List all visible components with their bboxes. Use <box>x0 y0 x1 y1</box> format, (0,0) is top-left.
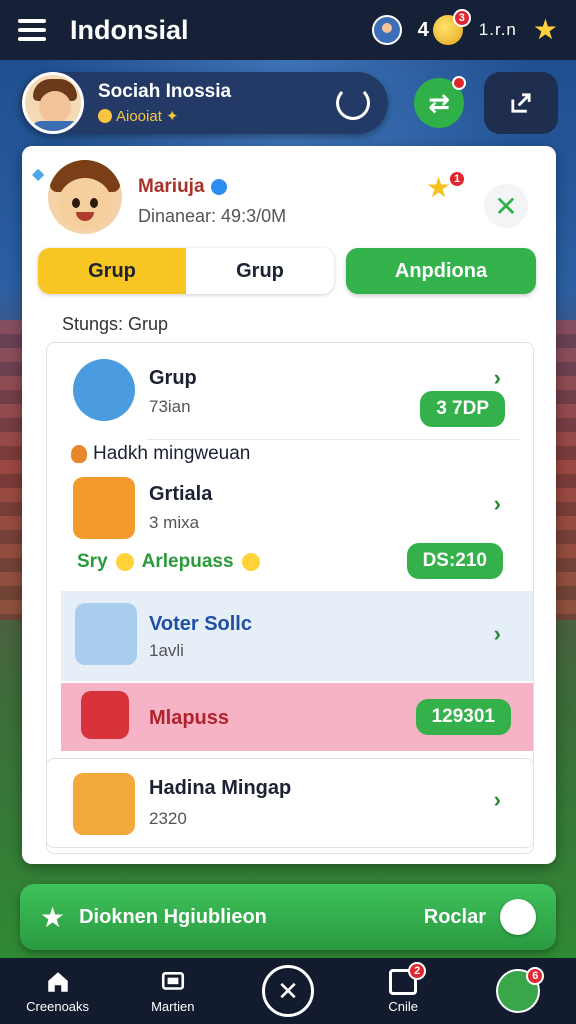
list-item-title: Hadina Mingap <box>149 777 292 799</box>
refresh-icon[interactable] <box>336 86 370 120</box>
chevron-right-icon: › <box>493 491 501 516</box>
profile-subtitle-text: Aiooiat <box>116 107 162 125</box>
promo-right: Arlepuass <box>141 551 234 572</box>
close-icon: ✕ <box>494 190 518 222</box>
nav-badge: 2 <box>408 961 427 980</box>
green-action-button[interactable]: ⇄ <box>414 76 466 128</box>
medal-icon <box>98 109 112 123</box>
coin-badge: 3 <box>452 9 471 27</box>
top-right-controls: 4 3 1.r.n ★ <box>371 9 558 45</box>
user-avatar[interactable] <box>48 160 122 234</box>
note-row: Hadkh mingweuan <box>71 443 250 465</box>
red-gift-icon <box>81 691 129 739</box>
list-item-sub: 1avli <box>149 641 184 660</box>
chevron-right-icon: › <box>493 365 501 390</box>
share-icon <box>511 93 531 113</box>
profile-text: Sociah Inossia Aiooiat ✦ <box>98 81 231 125</box>
bottom-banner[interactable]: ★ Dioknen Hgiublieon Roclar <box>20 884 556 950</box>
banner-label: Roclar <box>423 905 486 928</box>
list-item-sub: 2320 <box>149 809 187 828</box>
divider <box>147 439 519 440</box>
nav-item-martien[interactable]: Martien <box>128 969 218 1014</box>
star-badge-count: 1 <box>448 170 466 188</box>
swap-icon: ⇄ <box>428 87 450 118</box>
nav-label: Cnile <box>388 998 418 1014</box>
value-pill: 129301 <box>415 699 511 735</box>
list-item-title: Voter Sollc <box>149 613 252 635</box>
chevron-right-icon: › <box>493 621 501 646</box>
share-button[interactable] <box>484 72 558 134</box>
green-button-badge <box>452 76 466 90</box>
home-icon <box>47 971 68 992</box>
list-item-highlight[interactable]: Voter Sollc 1avli › <box>61 591 533 681</box>
profile-avatar-icon: 6 <box>496 967 545 1013</box>
status-text: 1.r.n <box>478 20 517 39</box>
shirt-icon <box>75 603 137 665</box>
package-icon <box>73 773 135 835</box>
alert-icon <box>71 445 87 463</box>
bottom-nav: Creenoaks Martien ✕ 2 Cnile 6 <box>0 958 576 1024</box>
coin-count: 4 <box>417 18 429 41</box>
top-bar: Indonsial 4 3 1.r.n ★ <box>0 0 576 60</box>
tab-segment: Grup Grup <box>38 248 334 294</box>
app-title: Indonsial <box>70 14 189 45</box>
user-name-text: Mariuja <box>138 176 205 197</box>
coin-icon: 3 <box>432 9 471 45</box>
list-item-sub: 73ian <box>149 397 191 416</box>
nav-item-profile[interactable]: 6 <box>473 967 563 1013</box>
section-label: Stungs: Grup <box>62 314 169 334</box>
nav-badge: 6 <box>526 967 545 985</box>
pin-icon: ◆ <box>32 166 45 183</box>
user-name: Mariuja <box>138 176 227 198</box>
verified-icon <box>210 179 227 195</box>
close-button[interactable]: ✕ <box>484 184 528 228</box>
profile-name: Sociah Inossia <box>98 81 232 102</box>
menu-icon[interactable] <box>18 19 46 41</box>
promo-row: Sry Arlepuass <box>77 551 260 573</box>
mini-avatar-icon[interactable] <box>371 15 402 45</box>
star-icon: ★ <box>40 901 66 933</box>
list-item[interactable]: Hadina Mingap 2320 › <box>46 758 534 848</box>
nav-item-home[interactable]: Creenoaks <box>13 969 103 1014</box>
nav-item-cnile[interactable]: 2 Cnile <box>358 961 448 1014</box>
banner-text: Dioknen Hgiublieon <box>79 905 267 928</box>
scoreboard-icon <box>161 971 184 990</box>
tab-grup-active[interactable]: Grup <box>38 248 186 294</box>
value-pill: 3 7DP <box>420 391 505 427</box>
banner-toggle[interactable] <box>500 899 536 935</box>
user-meta: Dinanear: 49:3/0M <box>138 206 287 226</box>
nav-item-center[interactable]: ✕ <box>243 965 333 1017</box>
close-circle-icon: ✕ <box>261 965 314 1017</box>
tab-grup[interactable]: Grup <box>186 248 334 294</box>
card-header: ◆ Mariuja Dinanear: 49:3/0M ★ 1 ✕ <box>32 160 538 240</box>
inbox-icon: 2 <box>389 961 427 995</box>
promo-left: Sry <box>77 551 108 572</box>
list-item-title: Grup <box>149 367 197 389</box>
profile-avatar <box>22 72 84 134</box>
list-item[interactable]: Grup 73ian › 3 7DP <box>47 343 533 439</box>
main-card: ◆ Mariuja Dinanear: 49:3/0M ★ 1 ✕ Grup G… <box>22 146 556 864</box>
gift-box-icon <box>73 477 135 539</box>
coin-icon <box>241 553 260 571</box>
coin-counter[interactable]: 4 3 <box>417 9 471 45</box>
star-badge-icon[interactable]: ★ 1 <box>426 170 466 204</box>
list-item-promo[interactable]: Mlapuss 129301 <box>61 683 533 751</box>
nav-label: Martien <box>151 998 195 1014</box>
trophy-star-icon[interactable]: ★ <box>533 16 558 44</box>
bulb-icon <box>115 553 134 571</box>
profile-subtitle: Aiooiat ✦ <box>98 107 231 125</box>
tab-row: Grup Grup Anpdiona <box>38 248 536 294</box>
list-item[interactable]: Grtiala 3 mixa › <box>47 473 533 543</box>
note-text: Hadkh mingweuan <box>93 443 251 464</box>
list-item-sub: 3 mixa <box>149 513 200 532</box>
primary-action-button[interactable]: Anpdiona <box>346 248 536 294</box>
profile-pill[interactable]: Sociah Inossia Aiooiat ✦ <box>20 72 388 134</box>
chevron-right-icon: › <box>493 787 501 812</box>
value-pill: DS:210 <box>406 543 503 579</box>
sparkle-icon: ✦ <box>165 108 179 125</box>
list-item-title: Mlapuss <box>149 707 230 729</box>
list-item-title: Grtiala <box>149 483 213 505</box>
nav-label: Creenoaks <box>26 998 90 1014</box>
group-avatar-icon <box>73 359 135 421</box>
